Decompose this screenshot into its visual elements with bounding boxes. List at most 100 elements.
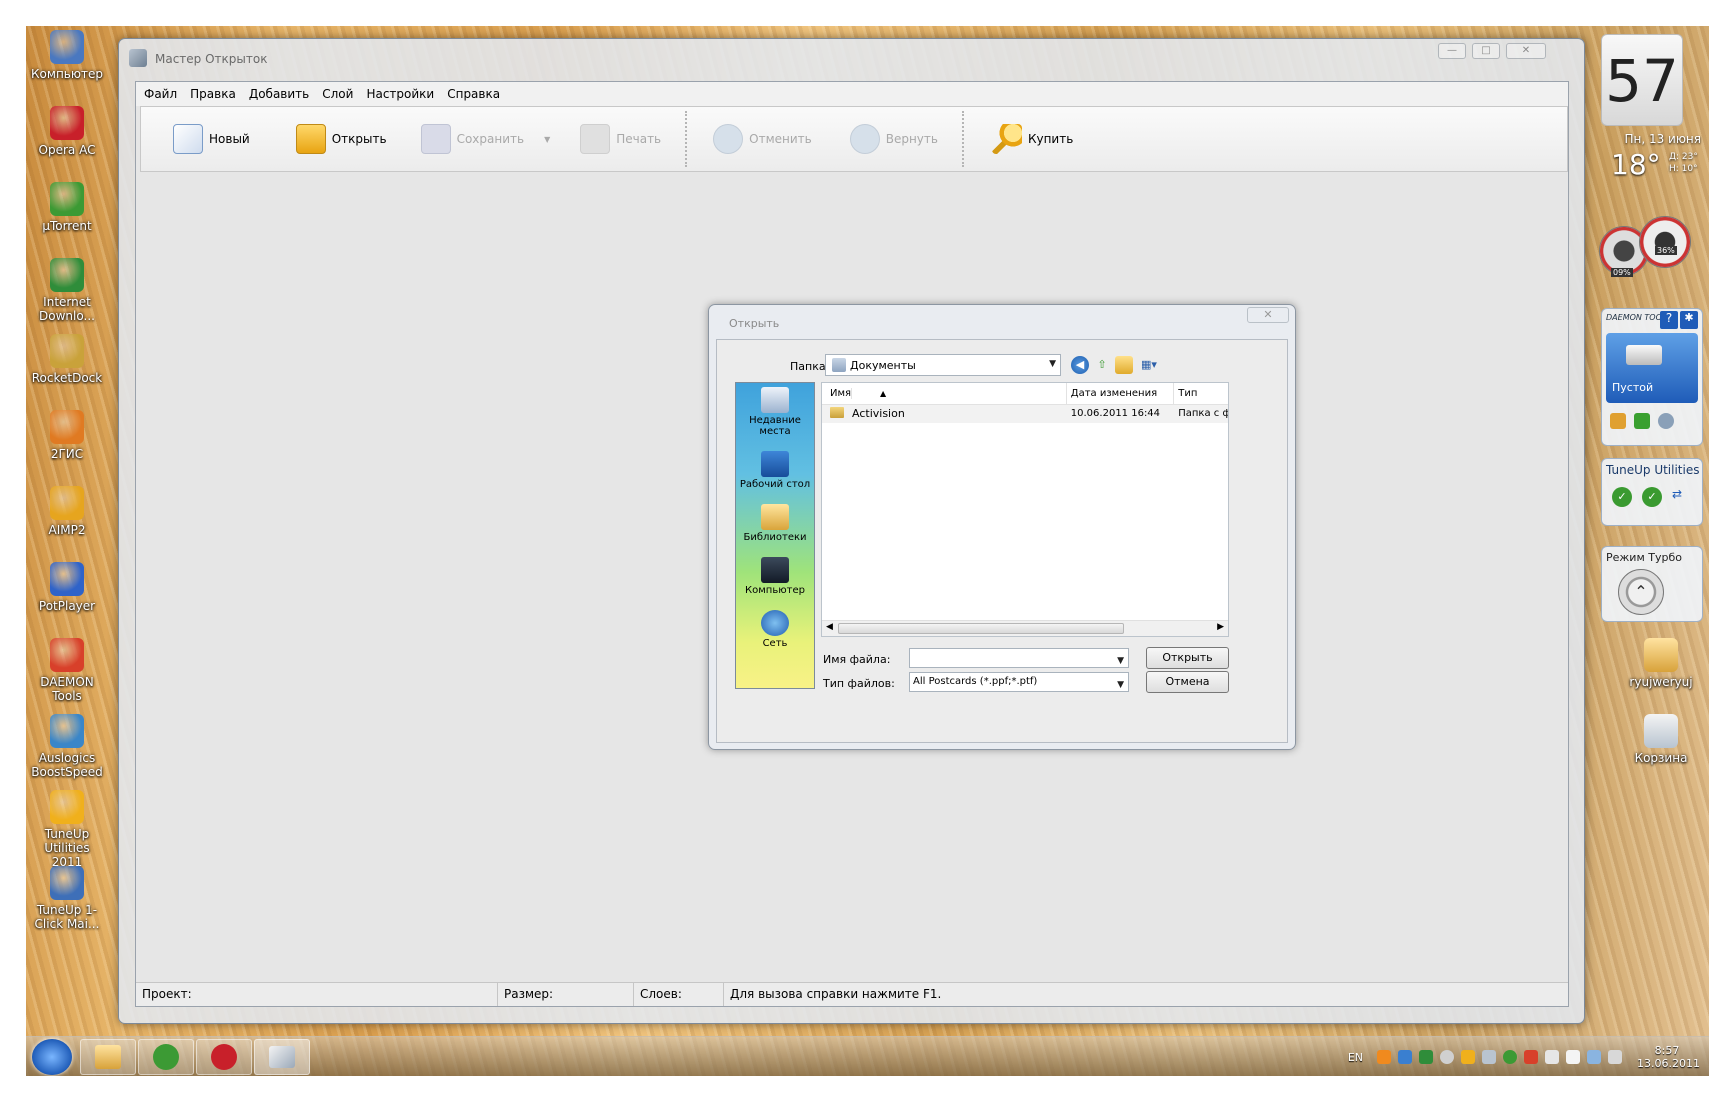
place-desktop[interactable]: Рабочий стол xyxy=(736,451,814,490)
filetype-label: Тип файлов: xyxy=(823,677,895,690)
lookin-combo[interactable]: Документы ▼ xyxy=(825,354,1061,376)
add-icon[interactable] xyxy=(1634,413,1650,429)
up-folder-icon[interactable]: ⇧ xyxy=(1093,356,1111,374)
new-button[interactable]: Новый xyxy=(167,118,256,160)
desktop-icon-aimp[interactable]: AIMP2 xyxy=(28,486,106,537)
place-computer[interactable]: Компьютер xyxy=(736,557,814,596)
tuneup-gadget[interactable]: TuneUp Utilities ✓ ✓ ⇄ xyxy=(1601,458,1703,526)
menu-add[interactable]: Добавить xyxy=(249,87,309,101)
filename-input[interactable]: ▼ xyxy=(909,648,1129,668)
desktop-icon-rocketdock[interactable]: RocketDock xyxy=(28,334,106,385)
close-button[interactable]: ✕ xyxy=(1506,43,1546,59)
file-name-cell: Activision xyxy=(822,405,1067,423)
menu-settings[interactable]: Настройки xyxy=(366,87,434,101)
tray-network-icon[interactable] xyxy=(1398,1050,1412,1064)
desktop-icon-potplayer[interactable]: PotPlayer xyxy=(28,562,106,613)
cpu-percent: 36% xyxy=(1655,246,1677,255)
language-indicator[interactable]: EN xyxy=(1348,1051,1363,1064)
virtual-drive-panel[interactable]: Пустой xyxy=(1606,333,1698,403)
desktop-icon-daemon-tools[interactable]: DAEMON Tools xyxy=(28,638,106,703)
desktop-icon-recycle-bin[interactable]: Корзина xyxy=(1626,714,1696,765)
column-name[interactable]: Имя ▲ xyxy=(822,383,1067,404)
menu-file[interactable]: Файл xyxy=(144,87,177,101)
clock-gadget[interactable]: 57 xyxy=(1601,34,1683,126)
redo-button[interactable]: Вернуть xyxy=(844,118,944,160)
start-button[interactable] xyxy=(32,1039,72,1075)
window-controls: — □ ✕ xyxy=(1438,43,1546,59)
desktop-icon-auslogics[interactable]: Auslogics BoostSpeed xyxy=(28,714,106,779)
filetype-select[interactable]: All Postcards (*.ppf;*.ptf) ▼ xyxy=(909,672,1129,692)
table-row[interactable]: Activision 10.06.2011 16:44 Папка с ф xyxy=(822,405,1228,423)
desktop-icon-folder[interactable]: ryujweryuj xyxy=(1626,638,1696,689)
desktop-icon-label: TuneUp Utilities 2011 xyxy=(44,827,90,869)
tray-daemon-icon[interactable] xyxy=(1524,1050,1538,1064)
star-icon[interactable]: ✱ xyxy=(1680,311,1698,329)
tray-disc-icon[interactable] xyxy=(1440,1050,1454,1064)
taskbar-utorrent[interactable] xyxy=(138,1039,194,1075)
scroll-right-icon[interactable]: ▶ xyxy=(1217,622,1224,632)
refresh-icon[interactable]: ⇄ xyxy=(1672,487,1682,507)
open-button[interactable]: Открыть xyxy=(1146,647,1229,669)
save-dropdown-icon[interactable]: ▼ xyxy=(544,135,550,144)
tray-speaker-icon[interactable] xyxy=(1608,1050,1622,1064)
column-type[interactable]: Тип xyxy=(1174,383,1228,404)
tray-edit-icon[interactable] xyxy=(1482,1050,1496,1064)
back-icon[interactable]: ◀ xyxy=(1071,356,1089,374)
chevron-down-icon[interactable]: ▼ xyxy=(1117,652,1124,670)
place-recent[interactable]: Недавние места xyxy=(736,387,814,437)
maximize-button[interactable]: □ xyxy=(1472,43,1500,59)
save-button[interactable]: Сохранить ▼ xyxy=(415,118,557,160)
desktop-icon-tuneup[interactable]: TuneUp Utilities 2011 xyxy=(28,790,106,869)
client-area: Файл Правка Добавить Слой Настройки Спра… xyxy=(135,81,1569,1007)
taskbar-clock[interactable]: 8:57 13.06.2011 xyxy=(1637,1044,1700,1070)
horizontal-scrollbar[interactable]: ◀ ▶ xyxy=(822,620,1228,636)
recent-places-icon xyxy=(761,387,789,413)
column-date[interactable]: Дата изменения xyxy=(1067,383,1175,404)
new-folder-icon[interactable] xyxy=(1115,356,1133,374)
mount-icon[interactable] xyxy=(1610,413,1626,429)
desktop-icon-internet-download[interactable]: Internet Downlo... xyxy=(28,258,106,323)
taskbar: EN 8:57 13.06.2011 xyxy=(26,1036,1709,1076)
tray-volume-icon[interactable] xyxy=(1545,1050,1559,1064)
minimize-button[interactable]: — xyxy=(1438,43,1466,59)
desktop-icon-2gis[interactable]: 2ГИС xyxy=(28,410,106,461)
buy-button[interactable]: Купить xyxy=(986,118,1079,160)
taskbar-explorer[interactable] xyxy=(80,1039,136,1075)
view-menu-icon[interactable]: ▦▾ xyxy=(1137,356,1161,374)
scroll-left-icon[interactable]: ◀ xyxy=(826,622,833,632)
tray-download-icon[interactable] xyxy=(1419,1050,1433,1064)
desktop-icon-utorrent[interactable]: µTorrent xyxy=(28,182,106,233)
place-libraries[interactable]: Библиотеки xyxy=(736,504,814,543)
chevron-down-icon: ▼ xyxy=(1049,359,1056,369)
desktop-icon-tuneup-1click[interactable]: TuneUp 1-Click Mai... xyxy=(28,866,106,931)
settings-icon[interactable] xyxy=(1658,413,1674,429)
menu-layer[interactable]: Слой xyxy=(322,87,353,101)
tray-utorrent-icon[interactable] xyxy=(1503,1050,1517,1064)
tray-app-icon[interactable] xyxy=(1377,1050,1391,1064)
scrollbar-thumb[interactable] xyxy=(838,623,1124,634)
taskbar-postcard-master[interactable] xyxy=(254,1039,310,1075)
print-button[interactable]: Печать xyxy=(574,118,667,160)
turbo-mode-gadget[interactable]: Режим Турбо ⌃ xyxy=(1601,546,1703,622)
tray-network-status-icon[interactable] xyxy=(1587,1050,1601,1064)
chevron-down-icon[interactable]: ▼ xyxy=(1117,676,1124,694)
menu-edit[interactable]: Правка xyxy=(190,87,236,101)
desktop-icon-computer[interactable]: Компьютер xyxy=(28,30,106,81)
menu-help[interactable]: Справка xyxy=(447,87,500,101)
cpu-meter-gadget[interactable]: 36% 09% xyxy=(1599,216,1703,296)
weather-temp: 18° xyxy=(1611,148,1661,181)
desktop-icon-opera[interactable]: Opera AC xyxy=(28,106,106,157)
cancel-button[interactable]: Отмена xyxy=(1146,671,1229,693)
open-button[interactable]: Открыть xyxy=(290,118,393,160)
taskbar-opera[interactable] xyxy=(196,1039,252,1075)
tray-flag-icon[interactable] xyxy=(1566,1050,1580,1064)
help-icon[interactable]: ? xyxy=(1660,311,1678,329)
daemon-tools-gadget[interactable]: DAEMON TOOLS ? ✱ Пустой xyxy=(1601,308,1703,446)
drive-icon xyxy=(1626,345,1662,365)
turbo-button[interactable]: ⌃ xyxy=(1618,569,1664,615)
weather-gadget[interactable]: Пн, 13 июня 18° Д: 23° Н: 10° xyxy=(1601,132,1705,192)
dialog-close-button[interactable]: ✕ xyxy=(1247,307,1289,323)
undo-button[interactable]: Отменить xyxy=(707,118,818,160)
place-network[interactable]: Сеть xyxy=(736,610,814,649)
tray-tuneup-icon[interactable] xyxy=(1461,1050,1475,1064)
